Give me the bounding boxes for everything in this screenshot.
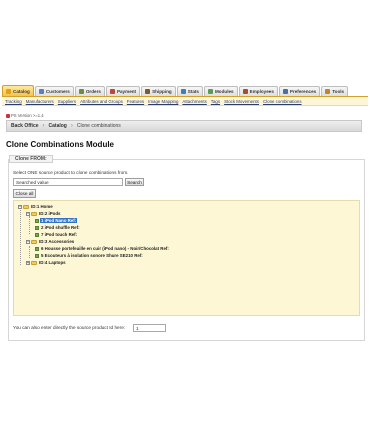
folder-icon xyxy=(31,239,37,244)
tree-leaf-label: 2 iPod shuffle Ref: xyxy=(41,225,80,230)
tree-leaf-product[interactable]: 5 Ecouteurs à isolation sonore Shure SE2… xyxy=(35,253,144,258)
tab-label: Stats xyxy=(187,89,199,94)
subnav-image-mapping[interactable]: Image Mapping xyxy=(148,99,178,104)
tab-modules[interactable]: Modules xyxy=(203,86,238,96)
expand-toggle[interactable]: + xyxy=(26,260,30,265)
catalog-icon xyxy=(6,88,11,94)
collapse-toggle[interactable]: − xyxy=(18,204,22,209)
tab-stats[interactable]: Stats xyxy=(176,86,203,96)
subnav-tracking[interactable]: Tracking xyxy=(5,99,22,104)
product-icon xyxy=(35,232,39,237)
category-tree: − ID:1 Home − ID:2 iPods 1 iPod Nano Ref… xyxy=(13,200,360,316)
subnav-suppliers[interactable]: Suppliers xyxy=(58,99,76,104)
tab-shipping[interactable]: Shipping xyxy=(141,86,176,96)
preferences-icon xyxy=(282,89,288,94)
orders-icon xyxy=(78,89,84,94)
tab-customers[interactable]: Customers xyxy=(34,86,74,96)
subnav-stock-movements[interactable]: Stock Movements xyxy=(224,99,259,104)
direct-entry-label: You can also enter directly the source p… xyxy=(13,325,126,330)
subnav-clone-combinations[interactable]: Clone combinations xyxy=(263,99,302,104)
version-icon xyxy=(6,113,10,118)
tree-connector xyxy=(29,246,30,258)
close-all-button[interactable]: Close all xyxy=(13,189,36,198)
tree-node-accessories[interactable]: − ID:3 Accessories xyxy=(26,239,75,244)
tree-node-label: ID:1 Home xyxy=(31,204,53,209)
tree-leaf-label: 5 Ecouteurs à isolation sonore Shure SE2… xyxy=(41,253,143,258)
tab-preferences[interactable]: Preferences xyxy=(278,86,321,96)
instruction-text: Select ONE source product to clone combi… xyxy=(13,170,129,175)
source-product-id-input[interactable] xyxy=(133,324,166,332)
product-icon xyxy=(35,225,39,230)
breadcrumb-current: Clone combinations xyxy=(76,123,121,129)
main-tab-bar: Catalog Customers Orders Payment Shippin… xyxy=(2,85,368,96)
payment-icon xyxy=(109,89,115,94)
breadcrumb: Back Office › Catalog › Clone combinatio… xyxy=(6,120,362,132)
modules-icon xyxy=(207,89,213,94)
tab-label: Catalog xyxy=(13,88,30,94)
product-icon xyxy=(35,218,39,223)
tab-label: Orders xyxy=(85,89,101,94)
subnav-manufacturers[interactable]: Manufacturers xyxy=(26,99,54,104)
tree-connector xyxy=(29,216,30,234)
tab-label: Payment xyxy=(116,89,137,94)
collapse-toggle[interactable]: − xyxy=(26,239,30,244)
tree-leaf-label: 7 iPod touch Ref: xyxy=(41,232,78,237)
subnav-features[interactable]: Features xyxy=(127,99,144,104)
version-note: PS Version >=1.4 xyxy=(6,113,44,118)
product-icon xyxy=(35,246,39,251)
tree-node-ipods[interactable]: − ID:2 iPods xyxy=(26,211,61,216)
collapse-toggle[interactable]: − xyxy=(26,211,30,216)
fieldset-legend: Clone FROM: xyxy=(15,156,47,162)
tab-payment[interactable]: Payment xyxy=(105,86,141,96)
tree-leaf-label: 1 iPod Nano Ref: xyxy=(40,218,78,223)
tree-node-home[interactable]: − ID:1 Home xyxy=(18,204,54,209)
search-input[interactable] xyxy=(13,178,123,186)
subnav-tags[interactable]: Tags xyxy=(211,99,220,104)
chevron-right-icon: › xyxy=(70,123,73,129)
tree-leaf-label: 6 Housse portefeuille en cuir (iPod nano… xyxy=(41,246,169,251)
shipping-icon xyxy=(145,89,151,94)
chevron-right-icon: › xyxy=(42,123,45,129)
tree-leaf-product[interactable]: 2 iPod shuffle Ref: xyxy=(35,225,81,230)
page-title: Clone Combinations Module xyxy=(6,140,114,149)
tree-node-label: ID:3 Accessories xyxy=(39,239,75,244)
breadcrumb-back-office[interactable]: Back Office xyxy=(11,123,39,129)
folder-icon xyxy=(31,260,37,265)
tree-leaf-product[interactable]: 1 iPod Nano Ref: xyxy=(35,218,78,223)
tab-orders[interactable]: Orders xyxy=(74,86,105,96)
subnav-attachments[interactable]: Attachments xyxy=(182,99,206,104)
tab-label: Shipping xyxy=(152,89,172,94)
tab-catalog[interactable]: Catalog xyxy=(2,85,34,96)
tree-leaf-product[interactable]: 6 Housse portefeuille en cuir (iPod nano… xyxy=(35,246,170,251)
tree-node-laptops[interactable]: + ID:4 Laptops xyxy=(26,260,67,265)
search-button[interactable]: Search xyxy=(125,178,144,186)
subnav-attributes-groups[interactable]: Attributes and Groups xyxy=(80,99,123,104)
product-icon xyxy=(35,253,39,258)
tab-label: Modules xyxy=(214,89,234,94)
employees-icon xyxy=(242,89,248,94)
folder-icon xyxy=(31,211,37,216)
breadcrumb-catalog[interactable]: Catalog xyxy=(49,123,67,129)
version-text: PS Version >=1.4 xyxy=(11,113,44,118)
tab-label: Tools xyxy=(332,89,345,94)
catalog-subnav: Tracking Manufacturers Suppliers Attribu… xyxy=(2,96,368,106)
tab-label: Preferences xyxy=(289,89,317,94)
folder-icon xyxy=(23,204,29,209)
tab-tools[interactable]: Tools xyxy=(321,86,349,96)
tree-node-label: ID:4 Laptops xyxy=(39,260,66,265)
tools-icon xyxy=(325,89,331,94)
tab-label: Customers xyxy=(45,89,70,94)
tab-employees[interactable]: Employees xyxy=(238,86,278,96)
tree-node-label: ID:2 iPods xyxy=(39,211,61,216)
tree-connector xyxy=(20,210,21,265)
tab-label: Employees xyxy=(249,89,274,94)
customers-icon xyxy=(38,89,44,94)
stats-icon xyxy=(180,89,186,94)
tree-leaf-product[interactable]: 7 iPod touch Ref: xyxy=(35,232,78,237)
